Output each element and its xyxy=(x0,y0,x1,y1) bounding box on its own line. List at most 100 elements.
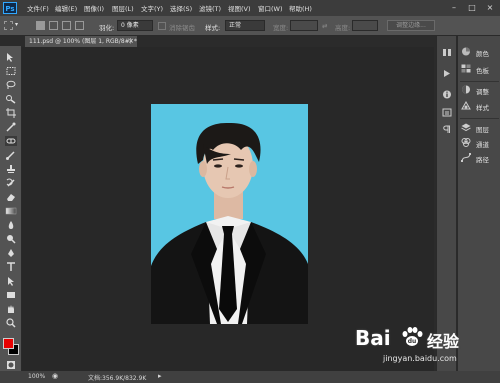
paths-panel-icon xyxy=(461,153,471,162)
history-panel-icon[interactable] xyxy=(442,48,452,57)
panel-paths[interactable]: 路径 xyxy=(461,152,499,164)
watermark-brand-cn: 经验 xyxy=(427,332,460,351)
menu-edit[interactable]: 编辑(E) xyxy=(55,3,77,13)
menu-bar: Ps 文件(F) 编辑(E) 图像(I) 图层(L) 文字(Y) 选择(S) 滤… xyxy=(0,0,500,16)
baidu-jingyan-watermark: Bai du 经验 jingyan.baidu.com xyxy=(355,322,497,370)
paw-icon: du xyxy=(402,327,423,346)
document-tab[interactable]: 111.psd @ 100% (图层 1, RGB/8#) * × xyxy=(25,36,137,47)
panel-divider xyxy=(460,81,499,82)
actions-panel-icon[interactable] xyxy=(442,69,452,78)
tab-close-icon[interactable]: × xyxy=(128,36,134,47)
panel-channels[interactable]: 通道 xyxy=(461,137,499,149)
dodge-tool-icon[interactable] xyxy=(5,234,17,244)
document-size-info: 文档:356.9K/832.9K xyxy=(88,375,147,382)
panel-styles[interactable]: 样式 xyxy=(461,100,499,112)
path-selection-tool-icon[interactable] xyxy=(5,276,17,286)
style-label: 样式: xyxy=(205,24,221,32)
quick-selection-tool-icon[interactable] xyxy=(5,94,17,104)
portrait-photo xyxy=(151,104,308,324)
panel-divider xyxy=(460,118,499,119)
subtract-selection-icon[interactable] xyxy=(62,21,71,30)
close-window-icon[interactable]: × xyxy=(484,2,496,13)
eyedropper-tool-icon[interactable] xyxy=(5,122,17,132)
history-brush-tool-icon[interactable] xyxy=(5,178,17,188)
shape-tool-icon[interactable] xyxy=(5,290,17,300)
antialias-checkbox[interactable] xyxy=(158,22,166,30)
panel-channels-label: 通道 xyxy=(476,141,489,149)
panel-color[interactable]: 颜色 xyxy=(461,46,499,58)
panel-dock-collapsed xyxy=(436,36,456,371)
pen-tool-icon[interactable] xyxy=(5,248,17,258)
height-input[interactable] xyxy=(352,20,378,31)
width-input[interactable] xyxy=(290,20,318,31)
panel-adjustments[interactable]: 调整 xyxy=(461,84,499,96)
type-tool-icon[interactable] xyxy=(5,262,17,272)
menu-select[interactable]: 选择(S) xyxy=(170,3,192,13)
brush-tool-icon[interactable] xyxy=(5,150,17,160)
foreground-color-swatch[interactable] xyxy=(3,338,14,349)
height-label: 高度: xyxy=(335,24,351,32)
panel-color-label: 颜色 xyxy=(476,50,489,58)
crop-tool-icon[interactable] xyxy=(5,108,17,118)
panel-swatches-label: 色板 xyxy=(476,67,489,75)
menu-file[interactable]: 文件(F) xyxy=(27,3,49,13)
panel-styles-label: 样式 xyxy=(476,104,489,112)
info-panel-icon[interactable] xyxy=(442,90,452,99)
maximize-icon[interactable]: □ xyxy=(466,2,478,13)
status-info-icon[interactable]: ◉ xyxy=(52,372,58,380)
eraser-tool-icon[interactable] xyxy=(5,192,17,202)
panel-dock: 颜色 色板 调整 样式 图层 通道 路径 xyxy=(457,36,500,371)
channels-panel-icon xyxy=(461,138,471,147)
document-canvas[interactable] xyxy=(151,104,308,324)
refine-edge-button[interactable]: 调整边缘... xyxy=(387,20,435,31)
gradient-tool-icon[interactable] xyxy=(5,206,17,216)
add-selection-icon[interactable] xyxy=(49,21,58,30)
panel-layers[interactable]: 图层 xyxy=(461,122,499,134)
quick-mask-icon[interactable] xyxy=(5,360,17,370)
hand-tool-icon[interactable] xyxy=(5,304,17,314)
panel-swatches[interactable]: 色板 xyxy=(461,63,499,75)
intersect-selection-icon[interactable] xyxy=(75,21,84,30)
blur-tool-icon[interactable] xyxy=(5,220,17,230)
menu-help[interactable]: 帮助(H) xyxy=(289,3,312,13)
width-label: 宽度: xyxy=(273,24,289,32)
layers-panel-icon xyxy=(461,123,471,132)
color-panel-icon xyxy=(461,47,471,56)
swatches-panel-icon xyxy=(461,64,471,73)
watermark-url: jingyan.baidu.com xyxy=(383,354,457,363)
watermark-brand: Bai xyxy=(355,326,391,350)
paragraph-panel-icon[interactable] xyxy=(442,125,452,134)
document-tab-title: 111.psd @ 100% (图层 1, RGB/8#) * xyxy=(29,38,137,45)
svg-text:du: du xyxy=(408,338,417,345)
minimize-icon[interactable]: – xyxy=(448,2,460,13)
status-bar: 100% ◉ 文档:356.9K/832.9K ▸ xyxy=(0,371,500,383)
menu-view[interactable]: 视图(V) xyxy=(228,3,251,13)
chevron-down-icon[interactable]: ▾ xyxy=(15,21,18,28)
options-bar: ▾ 羽化: 0 像素 消除锯齿 样式: 正常 宽度: ⇄ 高度: 调整边缘... xyxy=(0,16,500,36)
healing-brush-tool-icon[interactable] xyxy=(5,136,17,146)
style-select[interactable]: 正常 xyxy=(225,20,265,31)
marquee-tool-icon[interactable] xyxy=(5,66,17,76)
clone-stamp-tool-icon[interactable] xyxy=(5,164,17,174)
menu-layer[interactable]: 图层(L) xyxy=(112,3,134,13)
move-tool-icon[interactable] xyxy=(5,52,17,62)
swap-icon[interactable]: ⇄ xyxy=(322,22,327,30)
menu-type[interactable]: 文字(Y) xyxy=(141,3,163,13)
feather-input[interactable]: 0 像素 xyxy=(117,20,153,31)
zoom-tool-icon[interactable] xyxy=(5,318,17,328)
menu-window[interactable]: 窗口(W) xyxy=(258,3,283,13)
panel-paths-label: 路径 xyxy=(476,156,489,164)
zoom-level[interactable]: 100% xyxy=(28,373,45,380)
properties-panel-icon[interactable] xyxy=(442,108,452,117)
new-selection-icon[interactable] xyxy=(36,21,45,30)
menu-filter[interactable]: 滤镜(T) xyxy=(199,3,221,13)
styles-panel-icon xyxy=(461,101,471,110)
lasso-tool-icon[interactable] xyxy=(5,80,17,90)
tools-panel xyxy=(0,46,22,371)
photoshop-logo: Ps xyxy=(3,2,17,14)
chevron-right-icon[interactable]: ▸ xyxy=(158,372,162,380)
marquee-tool-preset-icon[interactable] xyxy=(4,21,13,30)
antialias-label: 消除锯齿 xyxy=(169,24,195,32)
menu-image[interactable]: 图像(I) xyxy=(84,3,104,13)
adjustments-panel-icon xyxy=(461,85,471,94)
